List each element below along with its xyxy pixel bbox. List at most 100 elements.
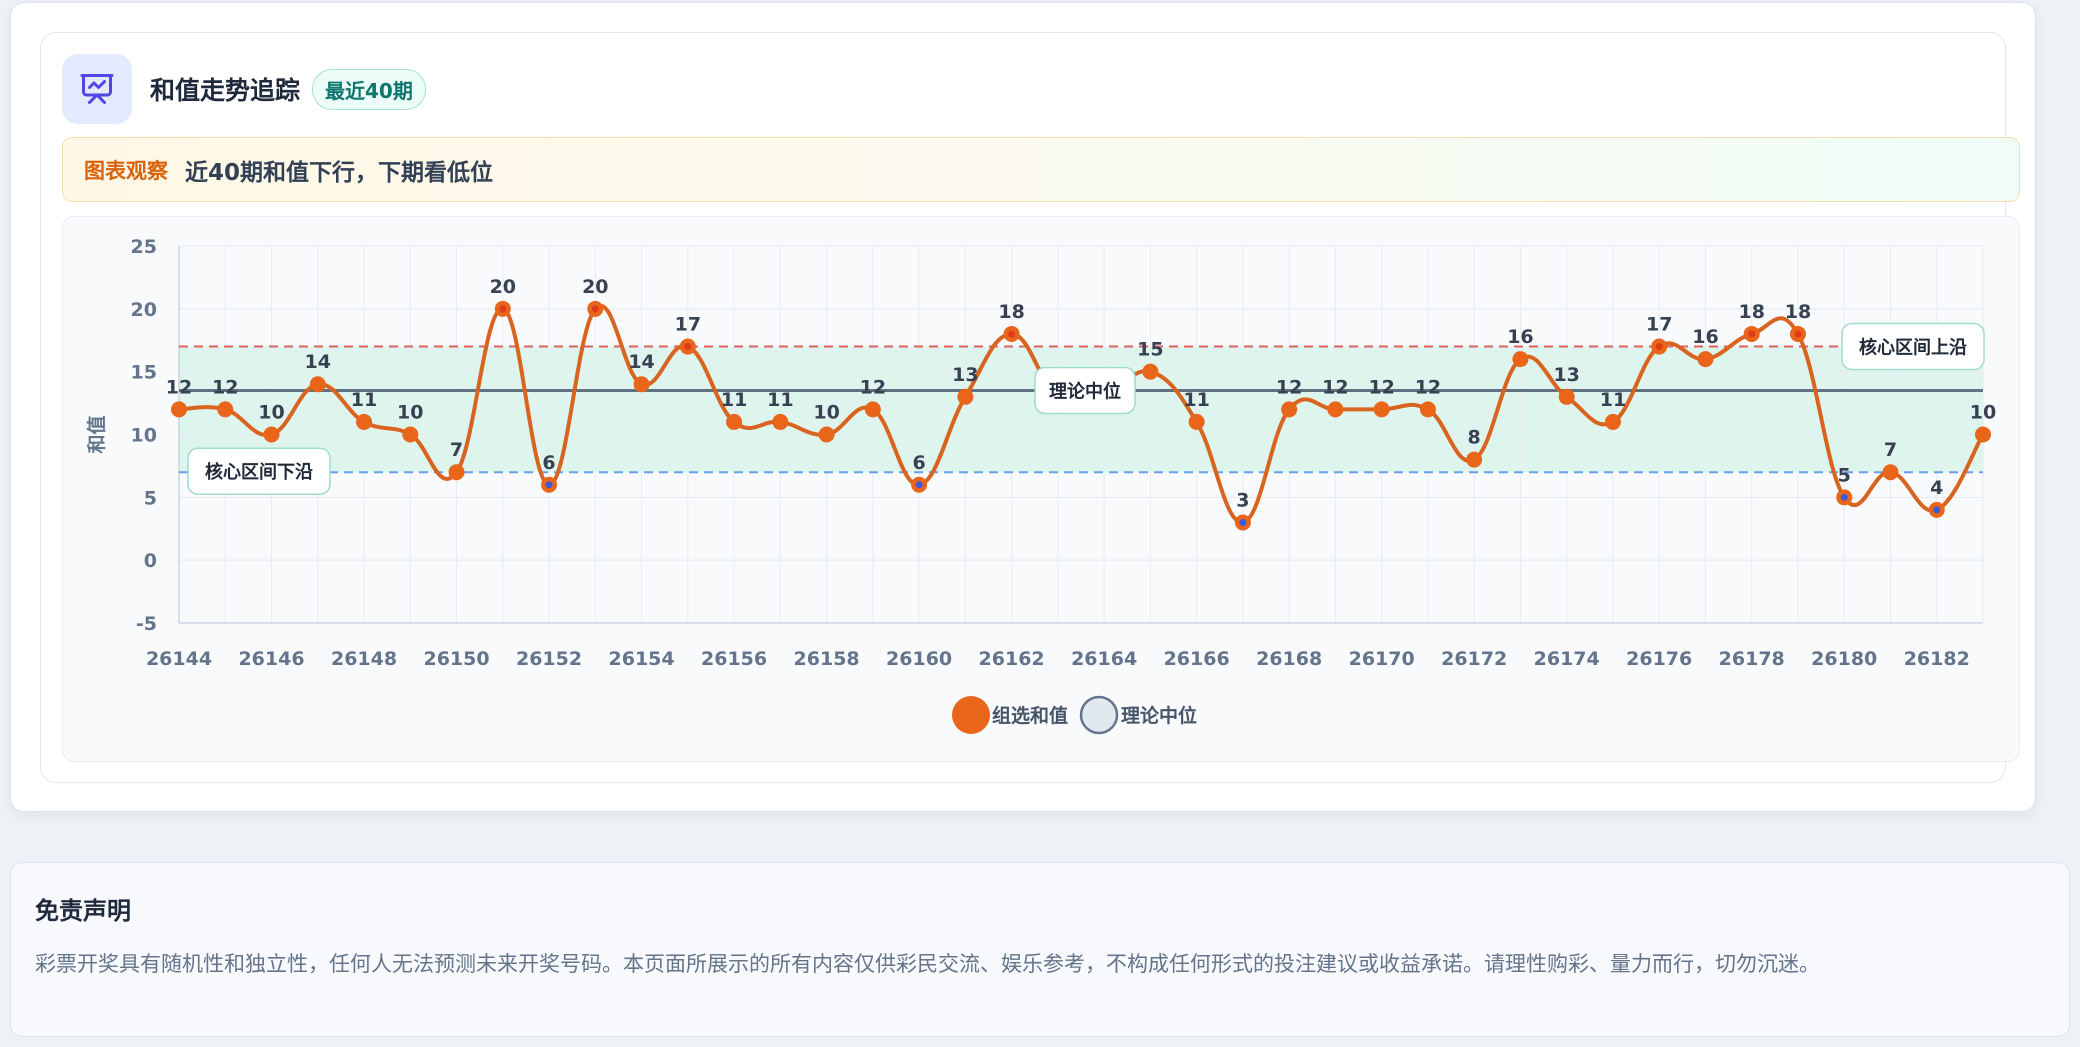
data-label: 10: [813, 402, 839, 424]
x-tick-label: 26156: [701, 648, 767, 670]
data-point: [171, 401, 187, 418]
y-tick-label: 0: [144, 550, 157, 572]
data-point: [1882, 464, 1899, 481]
data-point-high-marker: [1008, 330, 1016, 338]
data-label: 12: [860, 376, 886, 398]
data-label: 18: [1738, 301, 1764, 323]
data-point: [402, 426, 419, 443]
data-point: [633, 376, 650, 393]
data-label: 5: [1838, 464, 1851, 486]
x-tick-label: 26182: [1904, 648, 1970, 670]
data-label: 10: [1970, 402, 1996, 424]
x-tick-label: 26168: [1256, 648, 1322, 670]
data-point: [726, 413, 743, 430]
card-header: 和值走势追踪 最近40期: [62, 54, 426, 124]
data-label: 11: [1183, 389, 1209, 411]
data-point: [1142, 363, 1159, 380]
data-label: 10: [258, 402, 284, 424]
x-tick-label: 26162: [979, 648, 1045, 670]
data-point: [1697, 351, 1714, 368]
data-label: 6: [542, 452, 555, 474]
data-point: [1373, 401, 1390, 418]
data-point-high-marker: [499, 305, 507, 313]
data-point-low-marker: [1239, 518, 1247, 526]
data-point: [448, 464, 465, 481]
data-label: 13: [1553, 364, 1579, 386]
legend-label-median: 理论中位: [1121, 704, 1197, 727]
data-point-high-marker: [684, 343, 692, 351]
x-tick-label: 26174: [1534, 648, 1600, 670]
data-point-high-marker: [1794, 330, 1802, 338]
x-tick-label: 26154: [609, 648, 675, 670]
x-tick-label: 26176: [1626, 648, 1692, 670]
data-point: [957, 388, 974, 405]
data-label: 14: [305, 351, 331, 373]
data-label: 13: [952, 364, 978, 386]
chart-panel: -5 0 5 10 15 20 25 26144 26146 26148 26150 26152 261…: [62, 216, 2020, 762]
data-point: [1558, 388, 1575, 405]
x-tick-label: 26178: [1719, 648, 1785, 670]
legend-swatch-median: [1079, 695, 1119, 735]
data-label: 3: [1236, 489, 1249, 511]
legend-label-sum: 组选和值: [992, 704, 1068, 727]
data-label: 18: [998, 301, 1024, 323]
disclaimer-text: 彩票开奖具有随机性和独立性，任何人无法预测未来开奖号码。本页面所展示的所有内容仅…: [35, 952, 1820, 976]
data-label: 12: [1368, 376, 1394, 398]
observation-text: 近40期和值下行，下期看低位: [185, 159, 494, 186]
data-label: 14: [628, 351, 654, 373]
chart-presentation-icon: [62, 54, 132, 124]
data-point-low-marker: [1840, 493, 1848, 501]
x-tick-label: 26146: [238, 648, 304, 670]
data-point: [1512, 351, 1529, 368]
data-point: [309, 376, 326, 393]
data-point-high-marker: [1655, 343, 1663, 351]
data-label: 12: [1322, 376, 1348, 398]
data-label: 15: [1137, 339, 1163, 361]
legend-swatch-sum: [952, 696, 990, 734]
lower-bound-annotation-text: 核心区间下沿: [205, 461, 313, 483]
data-label: 11: [1600, 389, 1626, 411]
data-label: 16: [1507, 326, 1533, 348]
data-point: [1327, 401, 1344, 418]
median-annotation-text: 理论中位: [1049, 381, 1121, 403]
data-point-low-marker: [915, 481, 923, 489]
disclaimer-panel: 免责声明 彩票开奖具有随机性和独立性，任何人无法预测未来开奖号码。本页面所展示的…: [10, 862, 2070, 1037]
x-tick-label: 26164: [1071, 648, 1137, 670]
data-label: 12: [212, 376, 238, 398]
data-label: 16: [1692, 326, 1718, 348]
data-label: 20: [582, 276, 608, 298]
x-tick-label: 26166: [1164, 648, 1230, 670]
data-label: 7: [450, 439, 463, 461]
disclaimer-title: 免责声明: [35, 897, 131, 925]
data-label: 11: [351, 389, 377, 411]
period-badge: 最近40期: [312, 68, 426, 110]
x-tick-label: 26180: [1811, 648, 1877, 670]
data-point: [1188, 413, 1205, 430]
chart-card: 和值走势追踪 最近40期 图表观察 近40期和值下行，下期看低位 -5 0 5 10 1…: [40, 32, 2020, 783]
y-tick-label: 25: [131, 236, 157, 258]
sum-trend-chart: -5 0 5 10 15 20 25 26144 26146 26148 26150 26152 261…: [85, 236, 1996, 735]
data-point: [864, 401, 881, 418]
median-annotation: 理论中位: [1034, 366, 1136, 415]
data-point: [263, 426, 280, 443]
y-tick-label: 10: [131, 425, 157, 447]
data-point: [1281, 401, 1298, 418]
data-label: 11: [721, 389, 747, 411]
data-label: 18: [1785, 301, 1811, 323]
x-tick-label: 26170: [1349, 648, 1415, 670]
data-label: 17: [675, 314, 701, 336]
data-point-high-marker: [591, 305, 599, 313]
data-point: [1419, 401, 1436, 418]
data-label: 12: [166, 376, 192, 398]
data-point: [356, 413, 373, 430]
data-label: 7: [1884, 439, 1897, 461]
y-tick-label: 20: [131, 299, 157, 321]
data-label: 10: [397, 402, 423, 424]
data-point: [772, 413, 789, 430]
data-point: [818, 426, 835, 443]
data-label: 11: [767, 389, 793, 411]
x-tick-label: 26172: [1441, 648, 1507, 670]
observation-banner: 图表观察 近40期和值下行，下期看低位: [62, 137, 2020, 202]
page-title: 和值走势追踪: [150, 76, 301, 105]
x-tick-label: 26152: [516, 648, 582, 670]
